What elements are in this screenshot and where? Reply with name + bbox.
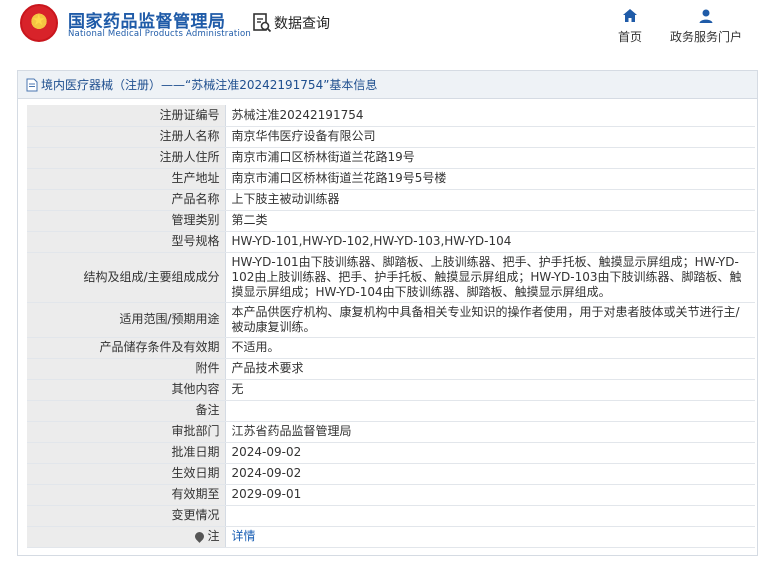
detail-panel: 境内医疗器械（注册）——“苏械注准20242191754”基本信息 注册证编号苏… (17, 70, 758, 556)
details-link[interactable]: 详情 (232, 529, 256, 543)
row-value: 上下肢主被动训练器 (225, 189, 755, 211)
row-label: 备注 (27, 400, 226, 422)
user-icon (699, 9, 713, 23)
row-value: 本产品供医疗机构、康复机构中具备相关专业知识的操作者使用，用于对患者肢体或关节进… (225, 302, 755, 338)
panel-title: 境内医疗器械（注册）——“苏械注准20242191754”基本信息 (41, 78, 378, 92)
row-label: 注册人住所 (27, 147, 226, 169)
row-value: HW-YD-101由下肢训练器、脚踏板、上肢训练器、把手、护手托板、触摸显示屏组… (225, 252, 755, 303)
row-value: 江苏省药品监督管理局 (225, 421, 755, 443)
row-value (225, 505, 755, 527)
row-label-note: 注 (27, 526, 226, 548)
panel-title-bar: 境内医疗器械（注册）——“苏械注准20242191754”基本信息 (18, 71, 757, 99)
row-label: 适用范围/预期用途 (27, 302, 226, 338)
table-row: 注册人住所 南京市浦口区桥林街道兰花路19号 (27, 147, 755, 169)
row-value: 产品技术要求 (225, 358, 755, 380)
table-row: 注册证编号 苏械注准20242191754 (27, 105, 755, 127)
row-label: 产品名称 (27, 189, 226, 211)
map-pin-icon (193, 530, 207, 543)
row-label: 结构及组成/主要组成成分 (27, 252, 226, 303)
table-row: 结构及组成/主要组成成分 HW-YD-101由下肢训练器、脚踏板、上肢训练器、把手… (27, 252, 755, 303)
row-value: 南京华伟医疗设备有限公司 (225, 126, 755, 148)
row-value (225, 400, 755, 422)
row-label: 变更情况 (27, 505, 226, 527)
table-row: 有效期至 2029-09-01 (27, 484, 755, 506)
site-header: 国家药品监督管理局 National Medical Products Admi… (0, 0, 772, 62)
row-value: HW-YD-101,HW-YD-102,HW-YD-103,HW-YD-104 (225, 231, 755, 253)
nav-home-label: 首页 (617, 30, 642, 44)
row-label: 生产地址 (27, 168, 226, 190)
data-query-link[interactable]: 数据查询 (252, 12, 330, 34)
row-value: 不适用。 (225, 337, 755, 359)
row-value: 2024-09-02 (225, 463, 755, 485)
table-row: 变更情况 (27, 505, 755, 527)
row-label: 注册人名称 (27, 126, 226, 148)
row-label: 批准日期 (27, 442, 226, 464)
table-row: 生效日期 2024-09-02 (27, 463, 755, 485)
detail-table: 注册证编号 苏械注准20242191754 注册人名称 南京华伟医疗设备有限公司 注… (27, 105, 755, 548)
table-row: 产品储存条件及有效期 不适用。 (27, 337, 755, 359)
table-row: 适用范围/预期用途 本产品供医疗机构、康复机构中具备相关专业知识的操作者使用，用于… (27, 302, 755, 338)
table-row: 生产地址 南京市浦口区桥林街道兰花路19号5号楼 (27, 168, 755, 190)
table-row: 批准日期 2024-09-02 (27, 442, 755, 464)
nav-home[interactable]: 首页 (614, 8, 646, 45)
table-row: 其他内容无 (27, 379, 755, 401)
table-row: 附件 产品技术要求 (27, 358, 755, 380)
table-row: 注 详情 (27, 526, 755, 548)
nav-portal-label: 政务服务门户 (669, 30, 742, 44)
row-label: 产品储存条件及有效期 (27, 337, 226, 359)
brand-name-en: National Medical Products Administration (68, 29, 251, 39)
row-value: 南京市浦口区桥林街道兰花路19号 (225, 147, 755, 169)
row-value: 无 (225, 379, 755, 401)
row-label: 管理类别 (27, 210, 226, 232)
document-search-icon (252, 12, 272, 34)
data-query-label: 数据查询 (274, 16, 330, 32)
row-label: 型号规格 (27, 231, 226, 253)
nav-service-portal[interactable]: 政务服务门户 (666, 8, 746, 45)
document-icon (26, 78, 38, 91)
row-value: 详情 (225, 526, 755, 548)
row-value: 第二类 (225, 210, 755, 232)
row-label: 审批部门 (27, 421, 226, 443)
row-label: 生效日期 (27, 463, 226, 485)
table-row: 管理类别 第二类 (27, 210, 755, 232)
row-value: 2029-09-01 (225, 484, 755, 506)
row-value: 苏械注准20242191754 (225, 105, 755, 127)
row-value: 南京市浦口区桥林街道兰花路19号5号楼 (225, 168, 755, 190)
home-icon (623, 9, 637, 22)
row-value: 2024-09-02 (225, 442, 755, 464)
table-row: 产品名称 上下肢主被动训练器 (27, 189, 755, 211)
row-label: 有效期至 (27, 484, 226, 506)
note-label: 注 (207, 529, 220, 543)
table-row: 注册人名称 南京华伟医疗设备有限公司 (27, 126, 755, 148)
table-row: 审批部门 江苏省药品监督管理局 (27, 421, 755, 443)
table-row: 型号规格 HW-YD-101,HW-YD-102,HW-YD-103,HW-YD-… (27, 231, 755, 253)
row-label: 注册证编号 (27, 105, 226, 127)
row-label: 附件 (27, 358, 226, 380)
emblem-logo[interactable] (20, 4, 58, 42)
table-row: 备注 (27, 400, 755, 422)
row-label: 其他内容 (27, 379, 226, 401)
